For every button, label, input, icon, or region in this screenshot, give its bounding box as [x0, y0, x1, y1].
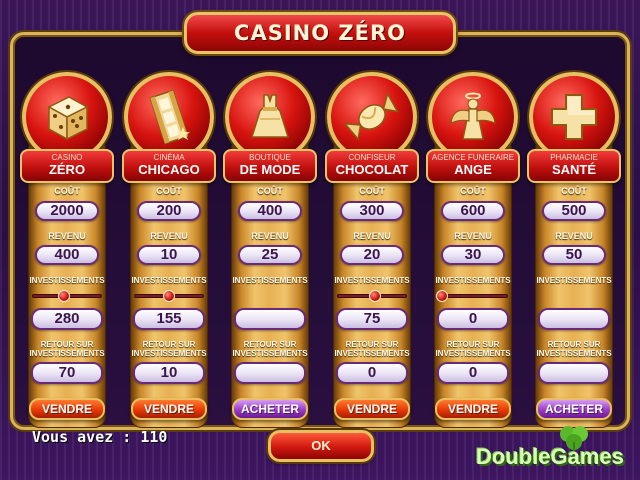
business-column: AGENCE FUNERAIRE ANGE COÛT 600 REVENU 30…	[426, 72, 520, 428]
investment-slider[interactable]	[32, 290, 102, 302]
sell-button[interactable]: VENDRE	[334, 398, 410, 420]
cost-label: COÛT	[359, 186, 385, 196]
return-label-line2: INVESTISSEMENTS	[435, 349, 511, 358]
revenue-value: 50	[542, 245, 606, 265]
revenue-value: 30	[441, 245, 505, 265]
revenue-value: 20	[340, 245, 404, 265]
cost-label: COÛT	[54, 186, 80, 196]
investments-value	[538, 308, 610, 330]
business-type: PHARMACIE	[550, 153, 598, 162]
business-name-plate: Cinéma CHICAGO	[122, 149, 216, 183]
business-name: CHOCOLAT	[335, 162, 409, 177]
investments-value: 75	[336, 308, 408, 330]
business-type: CONFISEUR	[348, 153, 396, 162]
business-column: CONFISEUR CHOCOLAT COÛT 300 REVENU 20 IN…	[325, 72, 419, 428]
business-name-plate: CASINO ZÉRO	[20, 149, 114, 183]
cost-value: 500	[542, 201, 606, 221]
cost-value: 300	[340, 201, 404, 221]
investments-label: INVESTISSEMENTS	[232, 276, 308, 285]
business-name: DE MODE	[239, 162, 301, 177]
return-value: 0	[336, 362, 408, 384]
cost-label: COÛT	[257, 186, 283, 196]
revenue-label: REVENU	[48, 231, 86, 241]
return-value: 0	[437, 362, 509, 384]
investments-value: 0	[437, 308, 509, 330]
sell-button[interactable]: VENDRE	[131, 398, 207, 420]
title-banner: CASINO ZÉRO	[184, 12, 456, 54]
cost-value: 2000	[35, 201, 99, 221]
return-label-line1: RETOUR SUR	[345, 340, 399, 349]
business-column: Cinéma CHICAGO COÛT 200 REVENU 10 INVEST…	[122, 72, 216, 428]
return-label-line1: RETOUR SUR	[446, 340, 500, 349]
return-label-line1: RETOUR SUR	[142, 340, 196, 349]
business-name-plate: AGENCE FUNERAIRE ANGE	[426, 149, 520, 183]
investment-slider[interactable]	[436, 290, 508, 302]
cost-value: 600	[441, 201, 505, 221]
business-name-plate: PHARMACIE SANTÉ	[527, 149, 621, 183]
cost-value: 200	[137, 201, 201, 221]
business-name: CHICAGO	[138, 162, 200, 177]
revenue-value: 10	[137, 245, 201, 265]
balance-text: Vous avez : 110	[32, 428, 168, 446]
watermark-logo: DoubleGames	[476, 426, 634, 474]
slider-knob[interactable]	[163, 290, 175, 302]
business-name: ZÉRO	[48, 162, 86, 177]
game-scene: CASINO ZÉRO CASINO ZÉRO COÛT 2000 REVENU…	[0, 0, 640, 480]
business-name: SANTÉ	[551, 162, 597, 177]
return-label-line2: INVESTISSEMENTS	[536, 349, 612, 358]
business-type: BOUTIQUE	[249, 153, 291, 162]
return-value: 70	[31, 362, 103, 384]
business-column: BOUTIQUE DE MODE COÛT 400 REVENU 25 INVE…	[223, 72, 317, 428]
return-label-line2: INVESTISSEMENTS	[131, 349, 207, 358]
investments-value: 280	[31, 308, 103, 330]
business-type: AGENCE FUNERAIRE	[431, 153, 515, 162]
business-type: CASINO	[51, 153, 83, 162]
buy-button[interactable]: ACHETER	[232, 398, 308, 420]
revenue-label: REVENU	[353, 231, 391, 241]
return-label-line2: INVESTISSEMENTS	[334, 349, 410, 358]
business-column: CASINO ZÉRO COÛT 2000 REVENU 400 INVESTI…	[20, 72, 114, 428]
cost-label: COÛT	[561, 186, 587, 196]
return-value	[234, 362, 306, 384]
return-label-line2: INVESTISSEMENTS	[29, 349, 105, 358]
ok-button[interactable]: OK	[268, 430, 374, 462]
revenue-label: REVENU	[454, 231, 492, 241]
revenue-value: 400	[35, 245, 99, 265]
business-name-plate: BOUTIQUE DE MODE	[223, 149, 317, 183]
watermark-text: DoubleGames	[476, 444, 624, 469]
return-label-line2: INVESTISSEMENTS	[232, 349, 308, 358]
business-type: Cinéma	[153, 153, 185, 162]
business-column: PHARMACIE SANTÉ COÛT 500 REVENU 50 INVES…	[527, 72, 621, 428]
return-label-line1: RETOUR SUR	[243, 340, 297, 349]
investments-label: INVESTISSEMENTS	[131, 276, 207, 285]
investment-slider[interactable]	[337, 290, 407, 302]
business-name-plate: CONFISEUR CHOCOLAT	[325, 149, 419, 183]
revenue-label: REVENU	[555, 231, 593, 241]
investments-value: 155	[133, 308, 205, 330]
investments-label: INVESTISSEMENTS	[29, 276, 105, 285]
revenue-label: REVENU	[150, 231, 188, 241]
cost-label: COÛT	[156, 186, 182, 196]
sell-button[interactable]: VENDRE	[29, 398, 105, 420]
investments-label: INVESTISSEMENTS	[435, 276, 511, 285]
return-label-line1: RETOUR SUR	[547, 340, 601, 349]
investments-label: INVESTISSEMENTS	[334, 276, 410, 285]
cost-label: COÛT	[460, 186, 486, 196]
business-name: ANGE	[454, 162, 492, 177]
sell-button[interactable]: VENDRE	[435, 398, 511, 420]
cost-value: 400	[238, 201, 302, 221]
return-label-line1: RETOUR SUR	[40, 340, 94, 349]
investments-label: INVESTISSEMENTS	[536, 276, 612, 285]
slider-knob[interactable]	[57, 290, 70, 302]
buy-button[interactable]: ACHETER	[536, 398, 612, 420]
return-value	[538, 362, 610, 384]
investment-slider[interactable]	[134, 290, 204, 302]
revenue-value: 25	[238, 245, 302, 265]
return-value: 10	[133, 362, 205, 384]
title-text: CASINO ZÉRO	[234, 21, 406, 45]
revenue-label: REVENU	[251, 231, 289, 241]
investments-value	[234, 308, 306, 330]
